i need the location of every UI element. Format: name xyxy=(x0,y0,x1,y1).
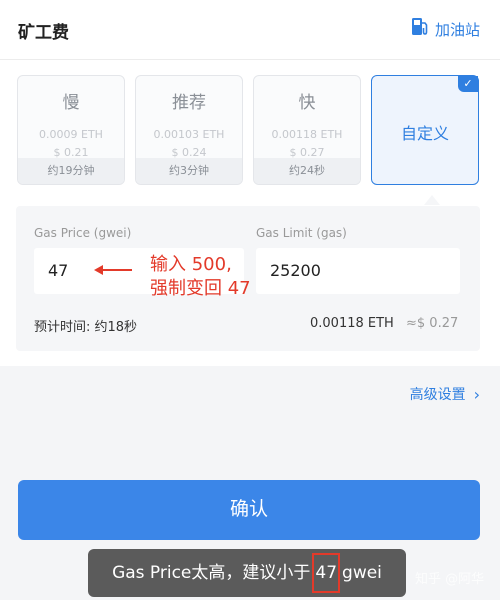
custom-option-label: 自定义 xyxy=(400,124,449,143)
chevron-right-icon: › xyxy=(473,384,480,404)
option-eth: 0.00103 ETH xyxy=(153,128,225,141)
gas-station-label: 加油站 xyxy=(434,20,480,39)
fee-option-slow[interactable]: 慢 0.0009 ETH $ 0.21 约19分钟 xyxy=(17,75,125,185)
gas-price-label: Gas Price (gwei) xyxy=(34,226,132,240)
option-eth: 0.0009 ETH xyxy=(39,128,103,141)
annotation-arrow-icon xyxy=(94,265,132,275)
option-time: 约19分钟 xyxy=(18,158,124,184)
header: 矿工费 加油站 xyxy=(0,0,500,60)
option-eth: 0.00118 ETH xyxy=(271,128,343,141)
annotation-text: 输入 500, 强制变回 47 xyxy=(150,253,251,301)
fee-option-custom[interactable]: ✓ 自定义 xyxy=(371,75,479,185)
fee-option-recommended[interactable]: 推荐 0.00103 ETH $ 0.24 约3分钟 xyxy=(135,75,243,185)
check-icon: ✓ xyxy=(458,76,478,92)
annotation-line-2: 强制变回 47 xyxy=(150,278,251,299)
option-name: 慢 xyxy=(62,93,80,113)
estimated-eth: 0.00118 ETH xyxy=(310,316,394,331)
gas-limit-label: Gas Limit (gas) xyxy=(256,226,347,240)
fee-options: 慢 0.0009 ETH $ 0.21 约19分钟 推荐 0.00103 ETH… xyxy=(0,61,500,209)
estimated-time: 预计时间: 约18秒 xyxy=(34,320,138,335)
toast-prefix: Gas Price太高，建议小于 xyxy=(112,563,311,583)
fuel-pump-icon xyxy=(411,17,435,41)
gas-limit-input[interactable]: 25200 xyxy=(256,248,460,294)
advanced-settings-label: 高级设置 xyxy=(409,387,466,403)
option-name: 推荐 xyxy=(172,93,206,113)
watermark: 知乎 @阿华 xyxy=(415,572,485,587)
option-time: 约24秒 xyxy=(254,158,360,184)
panel-pointer xyxy=(424,195,440,205)
fee-option-fast[interactable]: 快 0.00118 ETH $ 0.27 约24秒 xyxy=(253,75,361,185)
advanced-settings-link[interactable]: 高级设置 › xyxy=(410,384,480,404)
estimated-usd: ≈$ 0.27 xyxy=(406,316,459,331)
page-title: 矿工费 xyxy=(18,23,69,43)
toast-suffix: gwei xyxy=(342,563,382,583)
option-time: 约3分钟 xyxy=(136,158,242,184)
toast-highlight-value: 47 xyxy=(312,553,341,593)
warning-toast: Gas Price太高，建议小于 47 gwei xyxy=(88,549,406,597)
gas-station-link[interactable]: 加油站 xyxy=(411,17,480,41)
confirm-button[interactable]: 确认 xyxy=(18,480,480,540)
option-name: 快 xyxy=(298,93,316,113)
annotation-line-1: 输入 500, xyxy=(150,254,232,275)
